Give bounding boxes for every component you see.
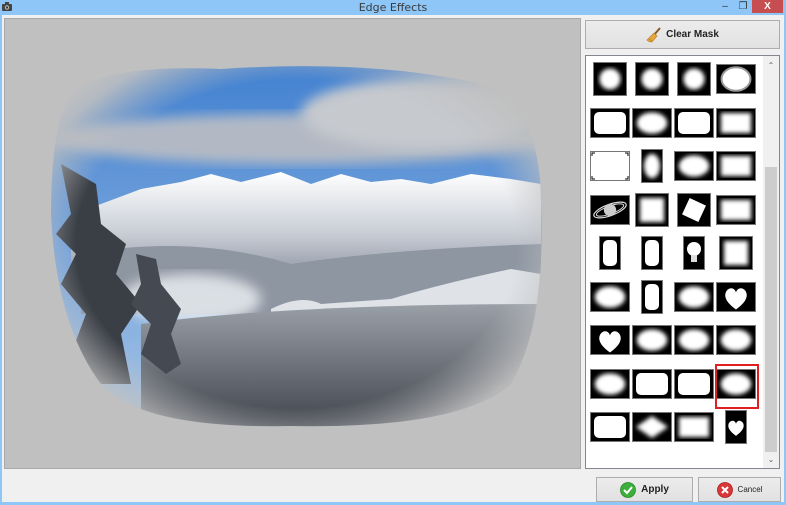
mask-thumbnail-jagged-rect[interactable]	[632, 368, 672, 399]
mask-thumbnail-diamond[interactable]	[632, 412, 672, 442]
mask-thumbnail-wavy-rect[interactable]	[674, 107, 714, 138]
scrollbar-thumb[interactable]	[765, 167, 777, 452]
gallery-scrollbar[interactable]: ⌃ ⌄	[763, 56, 779, 468]
mask-thumbnail-soft-circle-2[interactable]	[635, 62, 669, 96]
mask-panel: Clear Mask ⌃ ⌄	[584, 18, 782, 469]
mask-thumbnail-torn-portrait[interactable]	[641, 236, 663, 270]
mask-thumbnail-brush-rect[interactable]	[590, 412, 630, 442]
mask-thumbnail-scribble[interactable]	[599, 236, 621, 270]
mask-thumbnail-curly-oval[interactable]	[674, 281, 714, 312]
mask-thumbnail-thin-frame[interactable]	[674, 412, 714, 442]
preview-canvas	[4, 18, 581, 469]
clear-mask-button[interactable]: Clear Mask	[585, 20, 780, 49]
mask-gallery: ⌃ ⌄	[585, 55, 780, 469]
mask-thumbnail-notched-rect[interactable]	[674, 368, 714, 399]
apply-label: Apply	[641, 484, 669, 495]
broom-icon	[646, 26, 661, 42]
mask-thumbnail-oval-ring[interactable]	[716, 64, 756, 94]
mask-thumbnail-soft-rect[interactable]	[716, 107, 756, 138]
mask-thumbnail-ornate-frame[interactable]	[716, 151, 756, 181]
mask-thumbnail-splatter-oval[interactable]	[641, 149, 663, 183]
mask-thumbnail-soft-blob[interactable]	[716, 368, 756, 399]
mask-thumbnail-soft-portrait[interactable]	[641, 279, 663, 314]
mask-thumbnail-scalloped-oval[interactable]	[632, 107, 672, 138]
mask-thumbnail-swoosh-oval[interactable]	[590, 368, 630, 399]
preview-photo	[41, 54, 551, 434]
dialog-client: Clear Mask ⌃ ⌄ Apply Cancel	[2, 15, 784, 502]
mask-thumbnail-corner-marks[interactable]	[590, 151, 630, 181]
check-circle-icon	[620, 481, 637, 498]
mask-thumbnail-splat[interactable]	[716, 325, 756, 355]
mask-thumbnail-heart[interactable]	[716, 281, 756, 312]
maximize-button[interactable]: ❐	[735, 0, 751, 13]
mask-thumbnail-planet-rings[interactable]	[590, 194, 630, 225]
mask-thumbnail-square-frame[interactable]	[716, 194, 756, 225]
scroll-up-icon[interactable]: ⌃	[763, 58, 779, 72]
mask-thumbnail-lightbulb[interactable]	[683, 236, 705, 270]
mask-thumbnail-double-heart[interactable]	[590, 325, 630, 355]
window-title: Edge Effects	[358, 1, 428, 14]
mask-thumbnail-swirl-oval[interactable]	[674, 151, 714, 181]
scroll-down-icon[interactable]: ⌄	[763, 452, 779, 466]
mask-thumbnail-rounded-rect[interactable]	[590, 107, 630, 138]
mask-thumbnail-torn-square[interactable]	[635, 192, 669, 227]
mask-thumbnail-soft-circle-1[interactable]	[593, 62, 627, 96]
mask-thumbnail-tilted-square[interactable]	[677, 192, 711, 227]
cancel-label: Cancel	[737, 485, 763, 494]
mask-thumbnail-zigzag-oval[interactable]	[674, 325, 714, 355]
minimize-button[interactable]: –	[717, 0, 733, 13]
mask-thumbnail-torn-square-2[interactable]	[719, 236, 753, 270]
title-bar: Edge Effects – ❐ X	[0, 0, 786, 15]
apply-button[interactable]: Apply	[596, 477, 693, 502]
cancel-button[interactable]: Cancel	[698, 477, 781, 502]
mask-thumbnail-heart-portrait[interactable]	[725, 410, 747, 444]
mask-thumbnail-swirl-burst[interactable]	[632, 325, 672, 355]
edge-effects-window: Edge Effects – ❐ X Clear Mask ⌃ ⌄ Apply …	[0, 0, 786, 505]
mask-thumbnail-starburst[interactable]	[590, 281, 630, 312]
mask-thumbnail-rough-circle[interactable]	[677, 62, 711, 96]
close-button[interactable]: X	[752, 0, 783, 13]
clear-mask-label: Clear Mask	[666, 29, 719, 40]
x-circle-icon	[716, 481, 733, 498]
